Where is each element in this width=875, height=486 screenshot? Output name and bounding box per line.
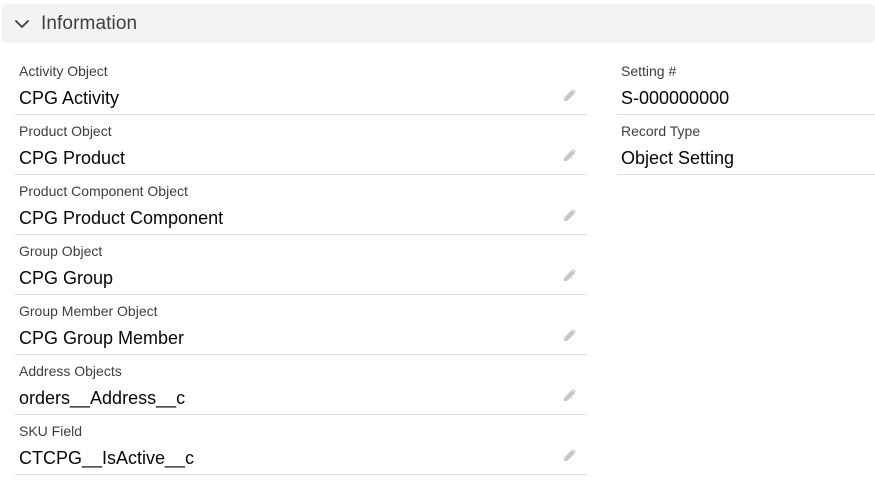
pencil-icon (563, 148, 577, 162)
edit-sku-field-button[interactable] (560, 445, 580, 465)
edit-activity-object-button[interactable] (560, 85, 580, 105)
field-value: CPG Group Member (19, 328, 185, 348)
edit-address-objects-button[interactable] (560, 385, 580, 405)
pencil-icon (563, 388, 577, 402)
field-setting-number: Setting # S-000000000 (617, 55, 875, 115)
pencil-icon (563, 88, 577, 102)
field-record-type: Record Type Object Setting (617, 115, 875, 175)
field-label: Record Type (621, 123, 701, 139)
edit-product-object-button[interactable] (560, 145, 580, 165)
field-sku-field: SKU Field CTCPG__IsActive__c (15, 415, 586, 475)
field-value: CPG Group (19, 268, 114, 288)
chevron-down-icon[interactable] (13, 15, 31, 33)
field-product-component-object: Product Component Object CPG Product Com… (15, 175, 586, 235)
field-label: Activity Object (19, 63, 108, 79)
field-value: CPG Product Component (19, 208, 224, 228)
edit-group-member-object-button[interactable] (560, 325, 580, 345)
field-address-objects: Address Objects orders__Address__c (15, 355, 586, 415)
right-field-column: Setting # S-000000000 Record Type Object… (617, 55, 875, 175)
field-value: CPG Product (19, 148, 126, 168)
field-label: Setting # (621, 63, 677, 79)
field-value: CTCPG__IsActive__c (19, 448, 195, 468)
pencil-icon (563, 208, 577, 222)
left-field-column: Activity Object CPG Activity Product Obj… (15, 55, 586, 475)
pencil-icon (563, 268, 577, 282)
field-label: Group Object (19, 243, 103, 259)
field-activity-object: Activity Object CPG Activity (15, 55, 586, 115)
field-group-object: Group Object CPG Group (15, 235, 586, 295)
field-value: CPG Activity (19, 88, 120, 108)
field-label: Product Object (19, 123, 112, 139)
field-label: SKU Field (19, 423, 83, 439)
edit-group-object-button[interactable] (560, 265, 580, 285)
field-product-object: Product Object CPG Product (15, 115, 586, 175)
field-label: Group Member Object (19, 303, 158, 319)
section-header-information[interactable]: Information (2, 4, 875, 43)
pencil-icon (563, 328, 577, 342)
section-title: Information (41, 12, 138, 34)
field-value: Object Setting (621, 148, 735, 168)
field-label: Address Objects (19, 363, 122, 379)
field-label: Product Component Object (19, 183, 188, 199)
field-value: orders__Address__c (19, 388, 186, 408)
pencil-icon (563, 448, 577, 462)
field-value: S-000000000 (621, 88, 730, 108)
field-group-member-object: Group Member Object CPG Group Member (15, 295, 586, 355)
edit-product-component-object-button[interactable] (560, 205, 580, 225)
